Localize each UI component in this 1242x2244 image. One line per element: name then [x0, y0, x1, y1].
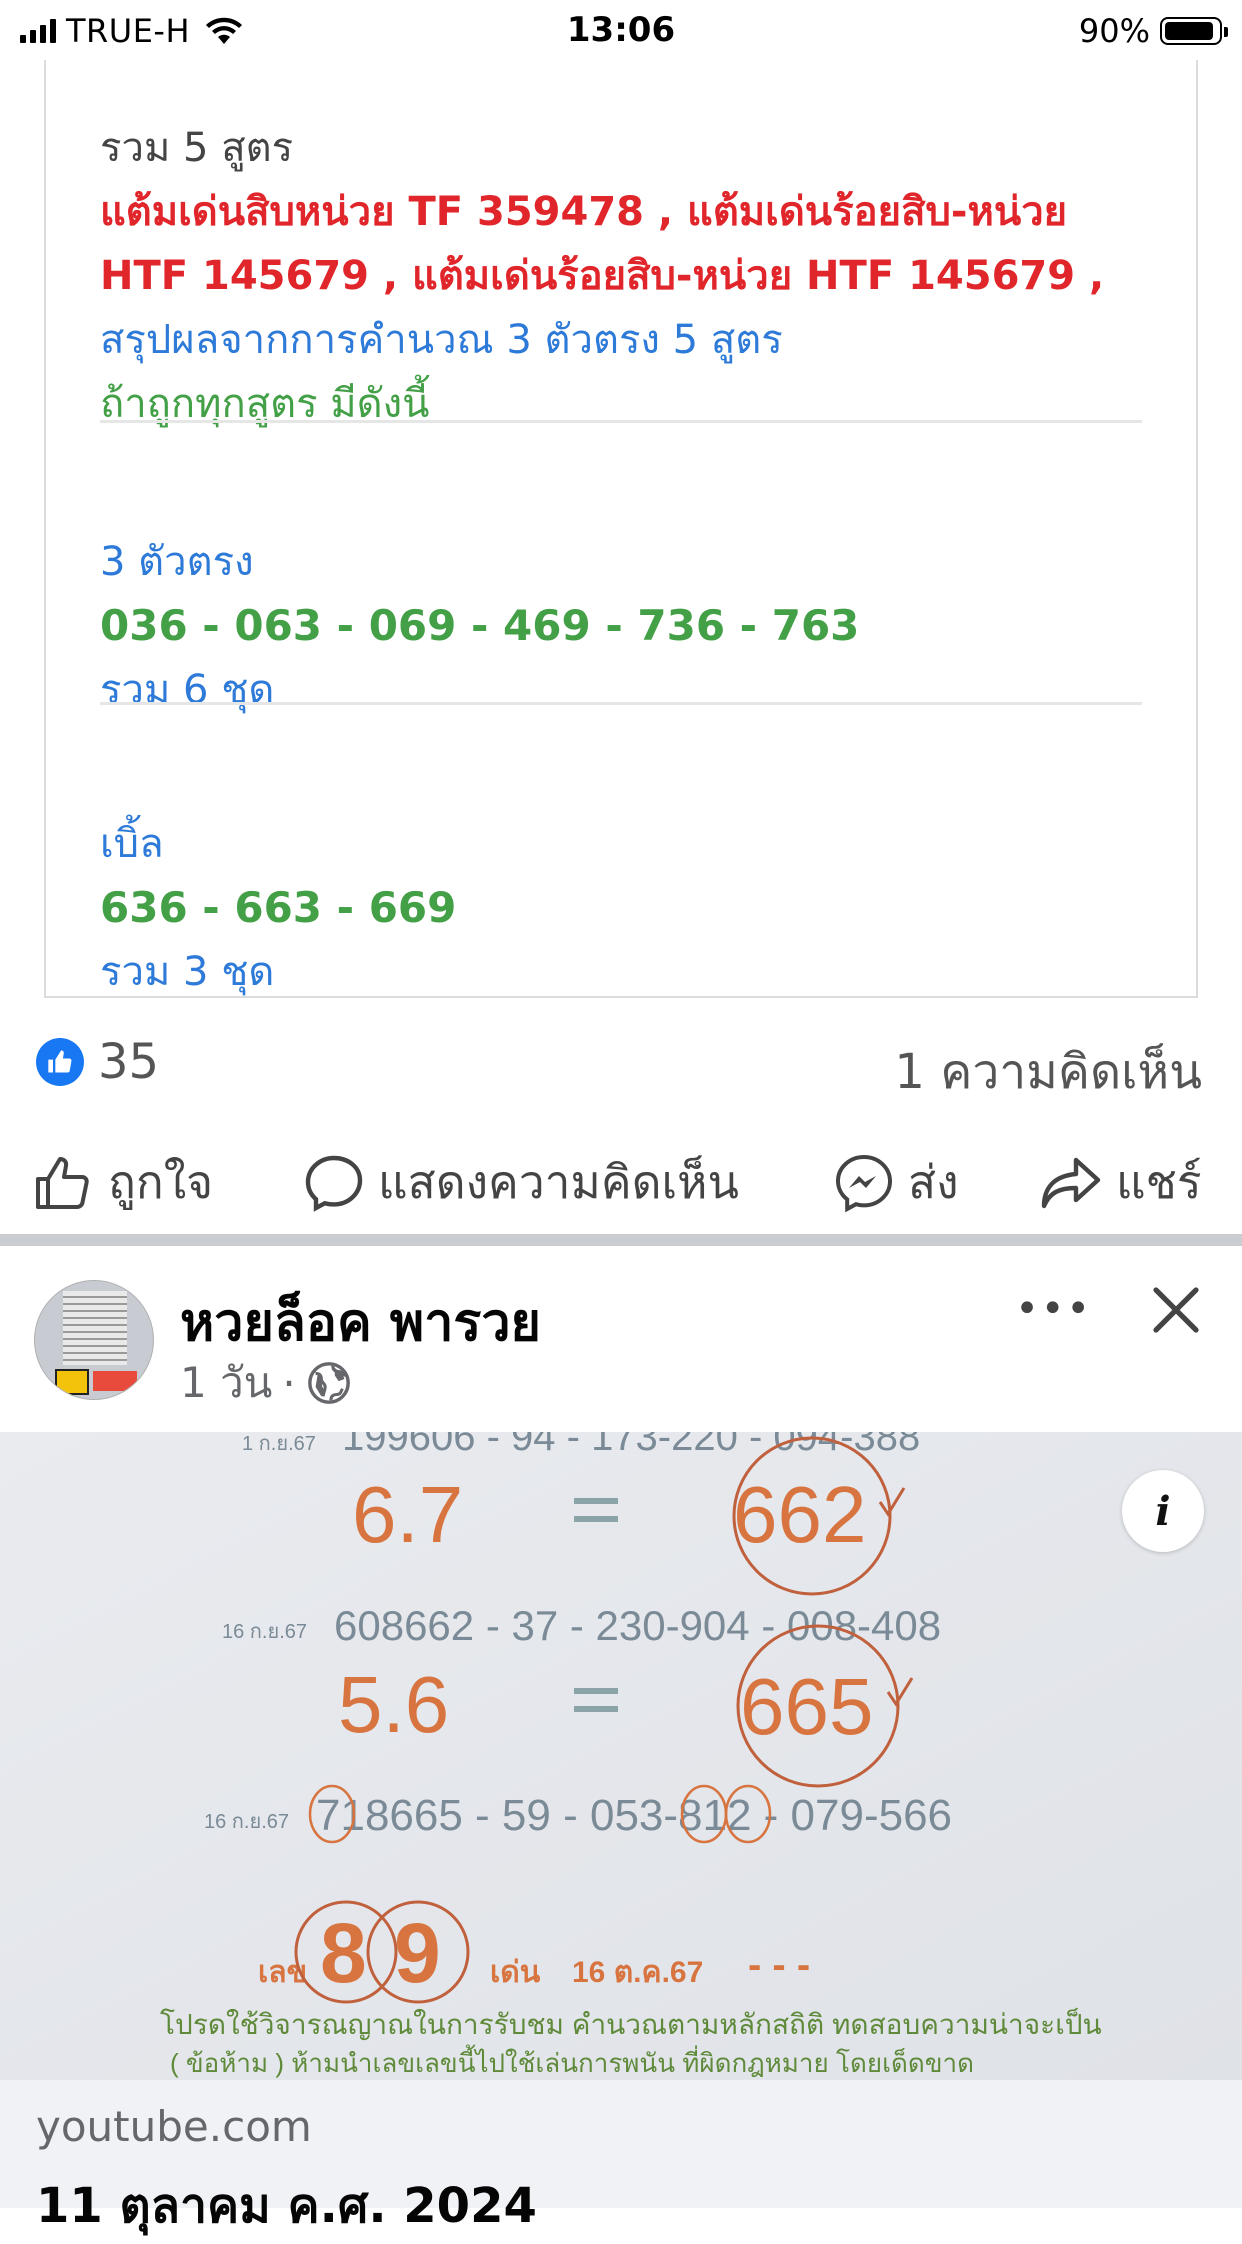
meta-separator: ·	[282, 1358, 296, 1408]
formula-count: รวม 5 สูตร	[100, 125, 294, 171]
clock: 13:06	[566, 10, 676, 50]
link-preview-image[interactable]: 1 ก.ย.67 199606 - 94 - 173-220 - 094-388…	[0, 1432, 1242, 2080]
battery-percentage: 90%	[1078, 12, 1150, 50]
lead-digit: 8	[320, 1906, 367, 2000]
more-options-button[interactable]: •••	[1015, 1286, 1092, 1332]
row-result: 608662 - 37 - 230-904 - 008-408	[334, 1602, 941, 1649]
status-bar: TRUE-H 13:06 90%	[0, 0, 1242, 60]
link-preview-footer[interactable]: youtube.com 11 ตุลาคม ค.ศ. 2024	[0, 2080, 1242, 2234]
feed-separator	[0, 1234, 1242, 1246]
formula-line-2: HTF 145679 , แต้มเด่นร้อยสิบ-หน่วย HTF 1…	[100, 253, 1105, 299]
status-right: 90%	[1078, 12, 1228, 50]
battery-icon	[1160, 17, 1228, 45]
second-post-header: หวยล็อค พารวย 1 วัน · •••	[0, 1246, 1242, 1432]
comment-count[interactable]: 1 ความคิดเห็น	[894, 1034, 1202, 1110]
lead-digit: 9	[394, 1906, 441, 2000]
post-actions: ถูกใจ แสดงความคิดเห็น ส่ง แชร์	[0, 1120, 1242, 1238]
link-domain: youtube.com	[36, 2102, 312, 2151]
formula-pair: 5.6	[338, 1660, 449, 1749]
globe-icon	[307, 1362, 350, 1404]
post-meta: 1 วัน ·	[180, 1350, 352, 1416]
section-numbers-double: 636 - 663 - 669	[100, 883, 457, 932]
section-title-double: เบิ้ล	[100, 821, 164, 867]
lead-date: 16 ต.ค.67	[572, 1956, 703, 1989]
like-reaction-icon[interactable]	[36, 1038, 84, 1086]
section-numbers-straight: 036 - 063 - 069 - 469 - 736 - 763	[100, 601, 860, 650]
divider	[100, 420, 1142, 423]
disclaimer-line-2: ( ข้อห้าม ) ห้ามนำเลขเลขนี้ไปใช้เล่นการพ…	[170, 2044, 974, 2078]
formula-line-1: แต้มเด่นสิบหน่วย TF 359478 , แต้มเด่นร้อ…	[100, 189, 1068, 235]
formula-result: 662	[733, 1470, 866, 1559]
shared-post-card[interactable]: รวม 5 สูตร แต้มเด่นสิบหน่วย TF 359478 , …	[44, 60, 1198, 998]
row-date: 16 ก.ย.67	[222, 1621, 307, 1643]
like-button-label: ถูกใจ	[108, 1155, 214, 1209]
section-title-straight: 3 ตัวตรง	[100, 539, 254, 585]
like-button[interactable]: ถูกใจ	[34, 1146, 213, 1219]
section-total-double: รวม 3 ชุด	[100, 949, 275, 995]
link-title-date: 11 ตุลาคม ค.ศ. 2024	[36, 2178, 537, 2234]
like-count[interactable]: 35	[98, 1034, 159, 1090]
disclaimer-line-1: โปรดใช้วิจารณญาณในการรับชม คำนวณตามหลักส…	[160, 2007, 1102, 2040]
comment-button[interactable]: แสดงความคิดเห็น	[304, 1146, 739, 1219]
close-icon[interactable]	[1150, 1284, 1202, 1336]
lead-dashes: - - -	[748, 1943, 810, 1987]
condition-line: ถ้าถูกทุกสูตร มีดังนี้	[100, 381, 430, 427]
share-button[interactable]: แชร์	[1040, 1146, 1202, 1219]
info-icon[interactable]: i	[1122, 1470, 1204, 1552]
share-arrow-icon	[1041, 1157, 1101, 1208]
messenger-icon	[835, 1154, 893, 1212]
send-button-label: ส่ง	[908, 1155, 959, 1209]
row-date: 16 ก.ย.67	[204, 1811, 289, 1833]
divider	[100, 702, 1142, 705]
comment-bubble-icon	[305, 1155, 363, 1212]
send-button[interactable]: ส่ง	[834, 1146, 959, 1219]
lottery-stats-image: 1 ก.ย.67 199606 - 94 - 173-220 - 094-388…	[0, 1432, 1242, 2080]
row-result: 718665 - 59 - 053-812 - 079-566	[316, 1791, 952, 1840]
lead-suffix: เด่น	[490, 1956, 541, 1989]
row-date: 1 ก.ย.67	[242, 1433, 316, 1455]
summary-line: สรุปผลจากการคำนวณ 3 ตัวตรง 5 สูตร	[100, 317, 783, 363]
avatar[interactable]	[34, 1280, 154, 1400]
share-button-label: แชร์	[1116, 1155, 1202, 1209]
formula-result: 665	[740, 1662, 873, 1751]
post-time[interactable]: 1 วัน	[180, 1350, 272, 1416]
row-result: 199606 - 94 - 173-220 - 094-388	[342, 1432, 920, 1459]
formula-pair: 6.7	[352, 1470, 463, 1559]
section-total-straight: รวม 6 ชุด	[100, 667, 275, 713]
comment-button-label: แสดงความคิดเห็น	[378, 1155, 739, 1209]
thumbs-up-icon	[36, 1156, 89, 1209]
reactions-bar: 35 1 ความคิดเห็น	[0, 1000, 1242, 1120]
